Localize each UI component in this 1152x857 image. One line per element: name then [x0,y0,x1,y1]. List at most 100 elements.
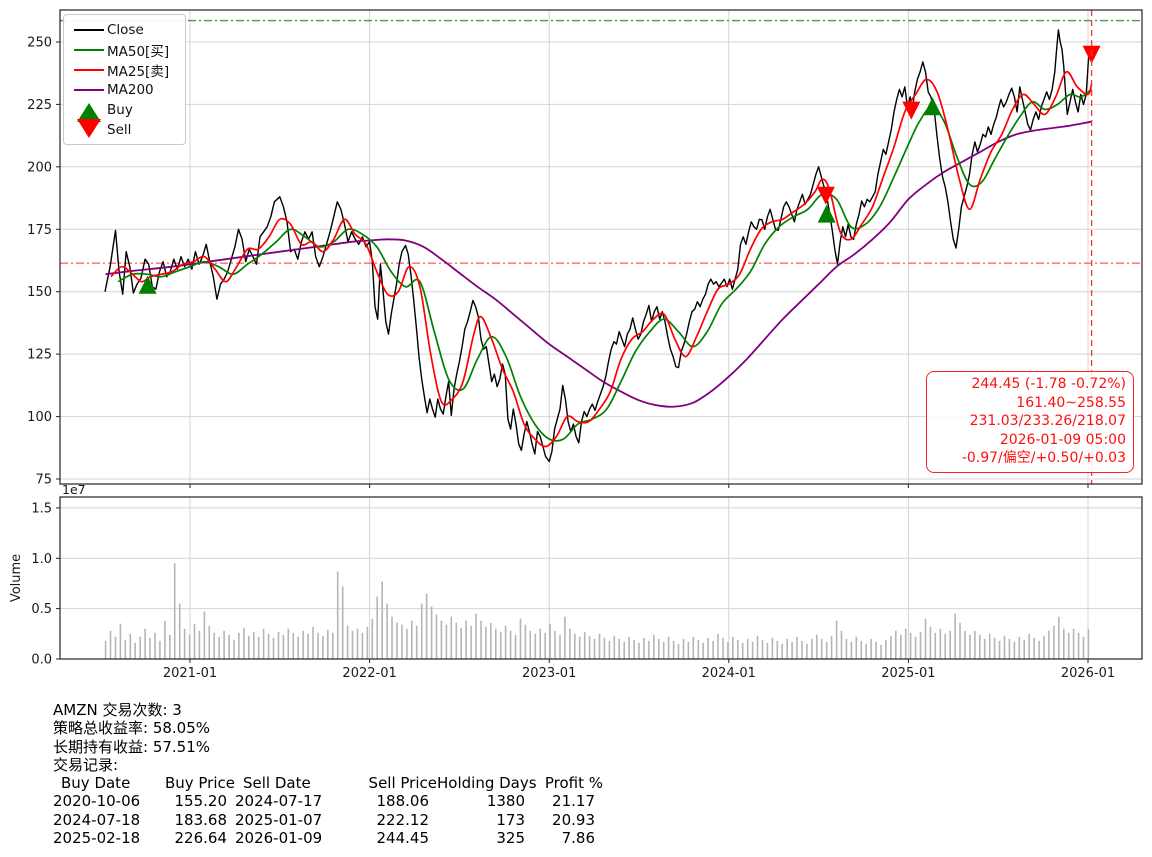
volume-bar [302,631,304,659]
volume-bar [475,614,477,659]
legend-item-0[interactable]: Close [71,20,179,40]
volume-bar [307,634,309,659]
volume-bar [278,632,280,659]
volume-bar [233,640,235,659]
volume-bar [861,641,863,659]
volume-bar [1078,633,1080,659]
volume-bar [470,626,472,659]
volume-bar [594,639,596,659]
legend-item-4[interactable]: Buy [71,100,179,120]
trade-cell: 244.45 [347,829,429,847]
volume-bar [727,642,729,659]
volume-bar [535,634,537,659]
volume-bar [1038,641,1040,659]
volume-bar [969,635,971,659]
volume-bar [974,631,976,659]
volume-bar [944,634,946,659]
volume-bar [238,633,240,659]
volume-bar [263,629,265,659]
volume-bar [549,624,551,659]
volume-bar [258,637,260,659]
trade-cell: 2020-10-06 [53,792,153,810]
volume-bar [633,640,635,659]
volume-bar [544,633,546,659]
vol-y-tick-label: 0.0 [31,653,52,668]
volume-bar [767,643,769,659]
volume-bar [554,631,556,659]
volume-bar [539,629,541,659]
volume-bar [989,634,991,659]
volume-bar [885,640,887,659]
annotation-line: 231.03/233.26/218.07 [934,412,1126,431]
volume-bar [688,642,690,659]
volume-bar [406,629,408,659]
volume-bar [352,631,354,659]
volume-bar [940,629,942,659]
volume-bar [436,615,438,659]
legend-label: MA25[卖] [107,60,169,80]
volume-bar [1028,634,1030,659]
volume-bar [530,631,532,659]
volume-bar [712,641,714,659]
volume-bar [762,640,764,659]
volume-bar [288,629,290,659]
volume-bar [722,638,724,659]
volume-bar [451,617,453,659]
trade-col-header: Sell Date [235,774,355,792]
volume-bar [747,639,749,659]
volume-bar [564,617,566,659]
volume-bar [248,636,250,659]
legend-glyph [74,49,104,51]
volume-bar [1088,629,1090,659]
legend-glyph [74,29,104,31]
buy-marker[interactable] [924,97,942,115]
legend-line-icon [71,29,107,31]
volume-bar [431,607,433,659]
volume-bar [653,635,655,659]
volume-bar [890,636,892,659]
volume-bar [1004,636,1006,659]
legend-item-1[interactable]: MA50[买] [71,40,179,60]
volume-bar [223,631,225,659]
volume-bar [144,629,146,659]
x-tick-label: 2023-01 [522,666,576,681]
volume-bar [268,634,270,659]
volume-bar [411,621,413,659]
volume-bar [752,642,754,659]
legend-glyph [74,69,104,71]
volume-bar [485,627,487,659]
volume-bar [826,642,828,659]
legend-item-5[interactable]: Sell [71,120,179,140]
volume-bar [253,632,255,659]
volume-bar [964,631,966,659]
volume-bar [347,626,349,659]
volume-bar [702,643,704,659]
legend-item-3[interactable]: MA200 [71,80,179,100]
y-tick-label: 150 [27,285,52,300]
legend-item-2[interactable]: MA25[卖] [71,60,179,80]
volume-bar [846,639,848,659]
volume-bar [426,594,428,660]
volume-bar [480,621,482,659]
hold-return-line: 长期持有收益: 57.51% [53,738,603,756]
trade-row: 2024-07-18183.682025-01-07222.1217320.93 [53,811,603,829]
volume-bar [376,597,378,660]
volume-bar [342,587,344,660]
trade-row: 2020-10-06155.202024-07-17188.06138021.1… [53,792,603,810]
trade-col-header: Buy Date [53,774,161,792]
trade-cell: 325 [429,829,525,847]
trade-col-header: Buy Price [161,774,235,792]
volume-bar [569,629,571,659]
volume-bar [149,638,151,659]
trade-count-line: AMZN 交易次数: 3 [53,701,603,719]
volume-bar [999,641,1001,659]
volume-bar [416,626,418,659]
volume-bar [994,638,996,659]
buy-triangle-icon [71,103,107,118]
volume-bar [628,637,630,659]
annotation-line: 244.45 (-1.78 -0.72%) [934,375,1126,394]
y-tick-label: 200 [27,160,52,175]
volume-bar [515,635,517,659]
volume-bar [194,624,196,659]
volume-bar [895,631,897,659]
